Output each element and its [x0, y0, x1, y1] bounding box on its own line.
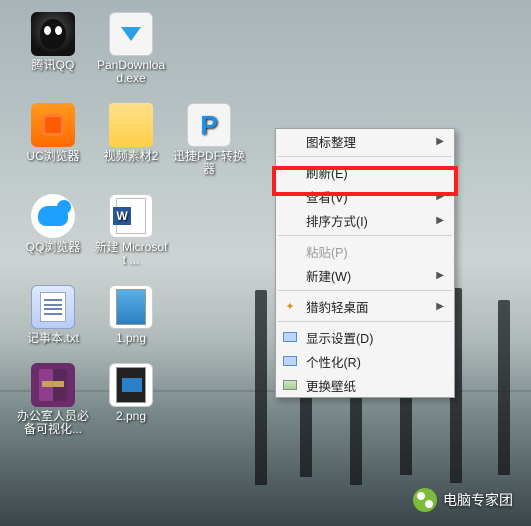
menu-separator: [278, 321, 452, 322]
menu-icon-arrange[interactable]: 图标整理 ▶: [276, 129, 454, 153]
chevron-right-icon: ▶: [436, 136, 444, 147]
notepad-file-icon[interactable]: 记事本.txt: [14, 281, 92, 349]
menu-display[interactable]: 显示设置(D): [276, 325, 454, 349]
icon-label: 视频素材2: [104, 150, 159, 163]
word-doc-icon[interactable]: 新建 Microsoft ...: [92, 190, 170, 271]
menu-wallpaper[interactable]: 更换壁纸: [276, 373, 454, 397]
rar-file-icon[interactable]: 办公室人员必备可视化...: [14, 359, 92, 440]
menu-item-label: 更换壁纸: [306, 376, 356, 395]
menu-separator: [278, 290, 452, 291]
dock-post: [255, 290, 267, 485]
menu-liebao[interactable]: ✦猎豹轻桌面▶: [276, 294, 454, 318]
dock-post: [498, 300, 510, 475]
chevron-right-icon: ▶: [436, 301, 444, 312]
png2-icon[interactable]: 2.png: [92, 359, 170, 440]
rar-icon: [31, 363, 75, 407]
icon-label: 办公室人员必备可视化...: [16, 410, 90, 436]
menu-separator: [278, 235, 452, 236]
folder-icon: [109, 103, 153, 147]
icon-label: 新建 Microsoft ...: [94, 241, 168, 267]
menu-item-label: 猎豹轻桌面: [306, 297, 369, 316]
wechat-icon: [413, 488, 437, 512]
context-menu: 图标整理▶刷新(E)查看(V)▶排序方式(I)▶粘贴(P)新建(W)▶✦猎豹轻桌…: [275, 128, 455, 398]
video-folder-icon[interactable]: 视频素材2: [92, 99, 170, 180]
chevron-right-icon: ▶: [436, 215, 444, 226]
desktop-area[interactable]: 腾讯QQ PanDownload.exe UC浏览器 视频素材2 P 迅捷PDF转换器 QQ…: [0, 0, 248, 450]
uc-icon: [31, 103, 75, 147]
qqb-icon: [31, 194, 75, 238]
menu-paste: 粘贴(P): [276, 239, 454, 263]
watermark-label: 电脑专家团: [443, 490, 513, 510]
word-icon: [109, 194, 153, 238]
menu-new[interactable]: 新建(W) ▶: [276, 263, 454, 287]
icon-label: PanDownload.exe: [94, 59, 168, 85]
menu-item-label: 查看(V): [306, 187, 348, 206]
menu-personalize[interactable]: 个性化(R): [276, 349, 454, 373]
uc-browser-icon[interactable]: UC浏览器: [14, 99, 92, 180]
menu-item-label: 显示设置(D): [306, 328, 373, 347]
png1-icon[interactable]: 1.png: [92, 281, 170, 349]
menu-item-label: 排序方式(I): [306, 211, 368, 230]
icon-label: 记事本.txt: [27, 332, 79, 345]
icon-label: 1.png: [116, 332, 146, 345]
menu-item-label: 个性化(R): [306, 352, 361, 371]
pandownload-icon[interactable]: PanDownload.exe: [92, 8, 170, 89]
qq-icon[interactable]: 腾讯QQ: [14, 8, 92, 89]
menu-view[interactable]: 查看(V) ▶: [276, 184, 454, 208]
icon-label: 2.png: [116, 410, 146, 423]
txt-icon: [31, 285, 75, 329]
chevron-right-icon: ▶: [436, 270, 444, 281]
icon-label: 腾讯QQ: [32, 59, 75, 72]
menu-separator: [278, 156, 452, 157]
menu-item-label: 粘贴(P): [306, 242, 348, 261]
png-icon: [109, 285, 153, 329]
qq-browser-icon[interactable]: QQ浏览器: [14, 190, 92, 271]
pan-icon: [109, 12, 153, 56]
png2-icon: [109, 363, 153, 407]
chevron-right-icon: ▶: [436, 191, 444, 202]
menu-sort[interactable]: 排序方式(I) ▶: [276, 208, 454, 232]
watermark: 电脑专家团: [413, 488, 513, 512]
pdf-converter-icon[interactable]: P 迅捷PDF转换器: [170, 99, 248, 180]
qq-icon: [31, 12, 75, 56]
menu-item-label: 新建(W): [306, 266, 351, 285]
menu-item-label: 图标整理: [306, 132, 356, 151]
pdf-icon: P: [187, 103, 231, 147]
icon-label: QQ浏览器: [26, 241, 81, 254]
menu-refresh[interactable]: 刷新(E): [276, 160, 454, 184]
icon-label: UC浏览器: [26, 150, 79, 163]
menu-item-label: 刷新(E): [306, 163, 348, 182]
icon-label: 迅捷PDF转换器: [172, 150, 246, 176]
